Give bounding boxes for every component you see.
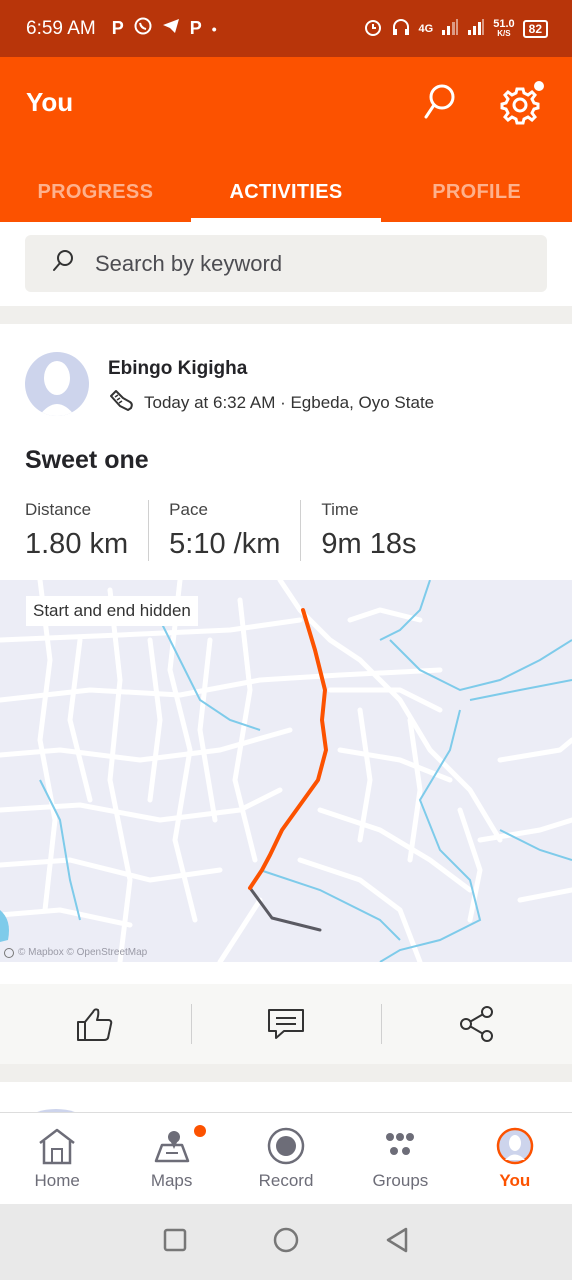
- status-bar: 6:59 AM P P • 4G 51.0 K/S 82: [0, 0, 572, 57]
- telegram-icon: [162, 18, 180, 39]
- nav-maps[interactable]: Maps: [114, 1113, 228, 1204]
- system-icons: 4G 51.0 K/S 82: [363, 17, 548, 40]
- route-map[interactable]: Start and end hidden © Mapbox © OpenStre…: [0, 580, 572, 962]
- status-time: 6:59 AM: [26, 17, 96, 39]
- settings-gear-icon[interactable]: [500, 79, 546, 125]
- comment-icon: [268, 1009, 304, 1039]
- nav-you[interactable]: You: [458, 1113, 572, 1204]
- activity-stats: Distance 1.80 km Pace 5:10 /km Time 9m 1…: [25, 500, 457, 561]
- alarm-icon: [363, 17, 383, 40]
- search-icon[interactable]: [422, 83, 458, 123]
- maps-icon: [154, 1131, 189, 1163]
- signal-icon: [441, 19, 459, 38]
- nav-home[interactable]: Home: [0, 1113, 114, 1204]
- search-icon: [51, 248, 95, 279]
- app-p-icon-2: P: [189, 18, 202, 38]
- search-input[interactable]: Search by keyword: [25, 235, 547, 292]
- network-type: 4G: [418, 22, 434, 35]
- net-speed: 51.0 K/S: [493, 18, 514, 38]
- thumbs-up-icon: [77, 1008, 113, 1041]
- athlete-avatar[interactable]: [25, 352, 89, 416]
- search-placeholder: Search by keyword: [95, 250, 283, 276]
- signal-icon-2: [467, 19, 485, 38]
- map-attribution[interactable]: © Mapbox © OpenStreetMap: [4, 947, 147, 958]
- stat-label: Time: [321, 500, 359, 519]
- tab-activities[interactable]: ACTIVITIES: [190, 162, 382, 222]
- avatar-icon: [496, 1127, 534, 1165]
- net-speed-unit: K/S: [497, 28, 511, 38]
- activity-card[interactable]: Ebingo Kigigha Today at 6:32 AM · Egbeda…: [0, 324, 572, 984]
- back-triangle-icon: [386, 1227, 408, 1252]
- nav-label: You: [499, 1171, 531, 1190]
- map-privacy-badge: Start and end hidden: [26, 596, 198, 626]
- tab-progress[interactable]: PROGRESS: [0, 162, 191, 222]
- activity-title[interactable]: Sweet one: [25, 446, 149, 475]
- divider: [0, 1064, 572, 1082]
- groups-icon: [386, 1133, 415, 1155]
- app-p-icon: P: [111, 18, 124, 38]
- stat-value: 1.80 km: [25, 528, 129, 560]
- comment-button[interactable]: [190, 984, 382, 1064]
- notification-icons: P P •: [112, 17, 217, 40]
- nav-label: Groups: [372, 1171, 429, 1190]
- stat-value: 9m 18s: [321, 528, 417, 560]
- recent-apps-button[interactable]: [162, 1227, 188, 1258]
- stat-value: 5:10 /km: [169, 528, 281, 560]
- stat-pace: Pace 5:10 /km: [169, 500, 302, 561]
- home-icon: [39, 1128, 75, 1165]
- kudos-button[interactable]: [0, 984, 191, 1064]
- record-icon: [267, 1127, 305, 1165]
- divider: [0, 306, 572, 324]
- stat-label: Pace: [169, 500, 208, 519]
- more-notifications-dot: •: [211, 20, 217, 37]
- nav-label: Maps: [150, 1171, 193, 1190]
- share-button[interactable]: [381, 984, 572, 1064]
- athlete-name[interactable]: Ebingo Kigigha: [108, 358, 247, 380]
- bottom-navigation: Home Maps Record Groups You: [0, 1112, 572, 1204]
- nav-label: Record: [258, 1171, 314, 1190]
- circle-icon: [273, 1227, 299, 1252]
- tab-profile[interactable]: PROFILE: [381, 162, 572, 222]
- map-attribution-text: © Mapbox © OpenStreetMap: [18, 947, 148, 958]
- share-icon: [459, 1006, 493, 1042]
- activity-meta-text: Today at 6:32 AM · Egbeda, Oyo State: [144, 392, 435, 412]
- maps-notification-dot: [194, 1125, 207, 1137]
- run-shoe-icon: [108, 388, 144, 417]
- page-title: You: [26, 87, 74, 117]
- nav-record[interactable]: Record: [229, 1113, 343, 1204]
- stat-label: Distance: [25, 500, 92, 519]
- square-icon: [163, 1228, 187, 1251]
- nav-groups[interactable]: Groups: [343, 1113, 457, 1204]
- activity-actions: [0, 984, 572, 1064]
- headphones-icon: [391, 17, 411, 40]
- stat-distance: Distance 1.80 km: [25, 500, 150, 561]
- system-navigation-bar: [0, 1204, 572, 1280]
- map-roads: [0, 580, 572, 962]
- nav-label: Home: [34, 1171, 80, 1190]
- stat-time: Time 9m 18s: [321, 500, 436, 561]
- tab-bar: PROGRESS ACTIVITIES PROFILE: [0, 162, 572, 222]
- back-button[interactable]: [384, 1226, 410, 1259]
- home-system-button[interactable]: [272, 1226, 300, 1259]
- settings-notification-dot: [532, 79, 546, 93]
- battery-indicator: 82: [522, 19, 548, 38]
- search-section: Search by keyword: [0, 222, 572, 306]
- whatsapp-icon: [134, 17, 152, 40]
- mapbox-logo-icon: [4, 947, 14, 958]
- next-activity-card[interactable]: [0, 1082, 572, 1129]
- activity-meta: Today at 6:32 AM · Egbeda, Oyo State: [108, 388, 434, 417]
- app-header: You PROGRESS ACTIVITIES PROFILE: [0, 57, 572, 222]
